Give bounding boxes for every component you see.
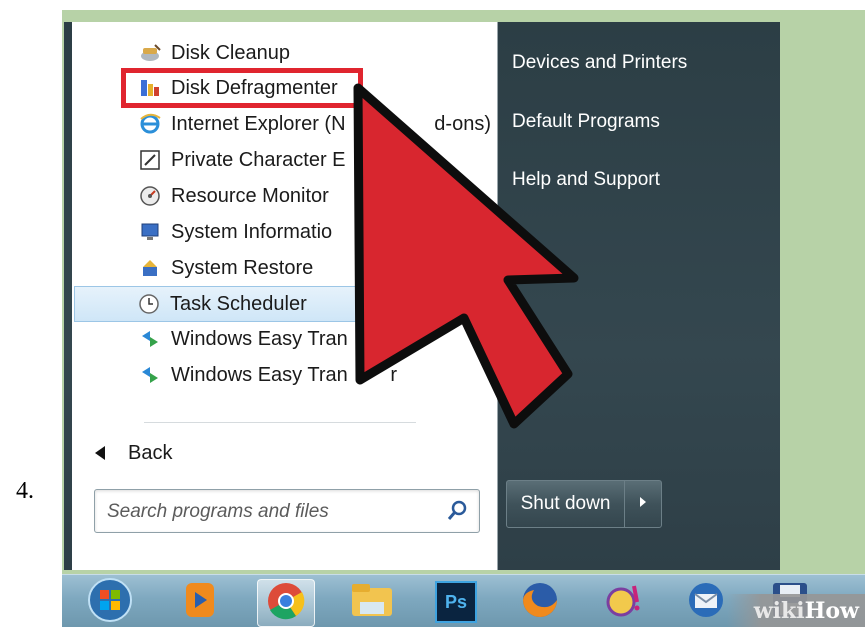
shutdown-button-group: Shut down bbox=[506, 480, 662, 528]
chrome-button[interactable] bbox=[257, 579, 315, 627]
menu-item-windows-easy-transfer[interactable]: Windows Easy Tran ep bbox=[72, 322, 497, 356]
firefox-icon bbox=[520, 580, 560, 625]
resource-monitor-icon bbox=[138, 184, 162, 208]
windows-easy-transfer-icon bbox=[138, 363, 162, 387]
task-scheduler-icon bbox=[137, 292, 161, 316]
screenshot-frame: Disk Cleanup Disk Defragmenter Internet … bbox=[62, 10, 865, 627]
menu-separator bbox=[144, 422, 416, 423]
shutdown-button[interactable]: Shut down bbox=[507, 481, 625, 527]
windows-explorer-button[interactable] bbox=[344, 579, 400, 625]
help-and-support-link[interactable]: Help and Support bbox=[512, 169, 660, 191]
back-button[interactable]: Back bbox=[72, 436, 372, 470]
search-input[interactable] bbox=[105, 496, 439, 528]
devices-and-printers-link[interactable]: Devices and Printers bbox=[512, 52, 687, 74]
system-restore-icon bbox=[138, 256, 162, 280]
media-player-button[interactable] bbox=[172, 579, 228, 625]
system-information-icon bbox=[138, 220, 162, 244]
firefox-button[interactable] bbox=[512, 579, 568, 625]
start-button[interactable] bbox=[82, 577, 138, 627]
menu-item-system-information[interactable]: System Informatio bbox=[72, 215, 497, 249]
step-number: 4. bbox=[16, 478, 34, 504]
thunderbird-icon bbox=[686, 580, 726, 625]
private-character-editor-icon bbox=[138, 148, 162, 172]
highlight-box bbox=[121, 68, 363, 108]
search-box bbox=[94, 489, 480, 533]
menu-item-windows-easy-transfer-reports[interactable]: Windows Easy Tran r bbox=[72, 358, 497, 392]
start-orb-icon bbox=[87, 577, 133, 627]
menu-item-resource-monitor[interactable]: Resource Monitor bbox=[72, 179, 497, 213]
menu-item-internet-explorer[interactable]: Internet Explorer (N d-ons) bbox=[72, 107, 497, 141]
start-menu: Disk Cleanup Disk Defragmenter Internet … bbox=[64, 22, 780, 570]
windows-explorer-icon bbox=[349, 580, 395, 625]
menu-item-private-character-editor[interactable]: Private Character E bbox=[72, 143, 497, 177]
windows-easy-transfer-icon bbox=[138, 327, 162, 351]
yahoo-messenger-icon bbox=[604, 580, 644, 625]
menu-item-task-scheduler[interactable]: Task Scheduler bbox=[74, 286, 360, 322]
search-icon[interactable] bbox=[445, 499, 469, 523]
thunderbird-button[interactable] bbox=[678, 579, 734, 625]
taskbar: Ps wiki How bbox=[62, 574, 865, 627]
back-arrow-icon bbox=[94, 445, 106, 461]
chevron-right-icon bbox=[638, 495, 648, 513]
menu-item-disk-cleanup[interactable]: Disk Cleanup bbox=[72, 36, 497, 70]
photoshop-button[interactable]: Ps bbox=[428, 579, 484, 625]
media-player-icon bbox=[183, 580, 217, 625]
wikihow-watermark: wiki How bbox=[727, 594, 865, 627]
photoshop-icon: Ps bbox=[435, 581, 477, 623]
shutdown-options-button[interactable] bbox=[625, 481, 661, 527]
disk-cleanup-icon bbox=[138, 41, 162, 65]
internet-explorer-icon bbox=[138, 112, 162, 136]
yahoo-messenger-button[interactable] bbox=[596, 579, 652, 625]
chrome-icon bbox=[266, 581, 306, 626]
menu-item-system-restore[interactable]: System Restore bbox=[72, 251, 497, 285]
default-programs-link[interactable]: Default Programs bbox=[512, 111, 660, 133]
